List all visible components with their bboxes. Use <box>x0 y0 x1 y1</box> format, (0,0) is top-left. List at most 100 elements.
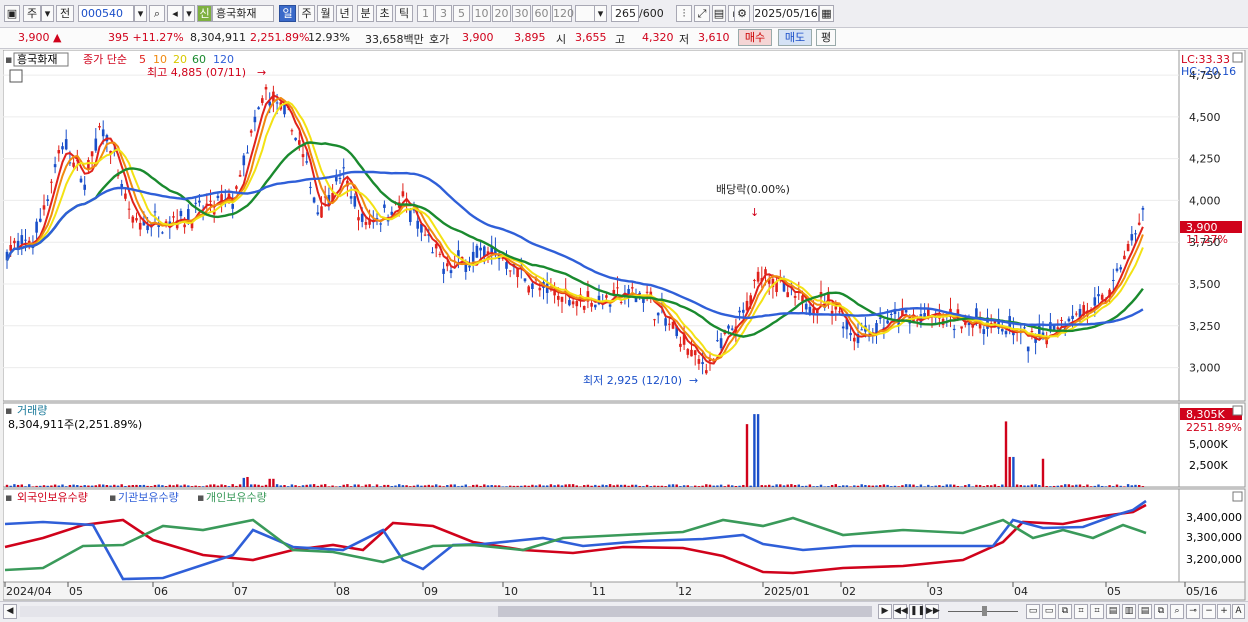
volume-panel-menu-icon[interactable]: ▪ <box>5 404 12 417</box>
period-week[interactable]: 주 <box>298 5 315 22</box>
interval-60[interactable]: 60 <box>532 5 551 22</box>
volume-bar <box>782 485 786 487</box>
volume-bar <box>668 484 671 487</box>
buy-button[interactable]: 매수 <box>738 29 772 46</box>
candle-body <box>1060 319 1063 321</box>
volume-bar <box>860 484 863 487</box>
count-input[interactable]: 265 <box>611 5 639 22</box>
volume-bar <box>409 486 412 487</box>
x-axis-label: 02 <box>842 585 856 598</box>
pin-icon[interactable]: ⊸ <box>1186 604 1200 619</box>
candle-body <box>138 222 142 230</box>
date-input[interactable]: 2025/05/16 <box>753 5 819 22</box>
volume-bar <box>90 485 94 487</box>
volume-bar <box>779 484 782 487</box>
unit-dropdown-icon[interactable]: ▾ <box>594 5 607 22</box>
volume-bar <box>631 484 634 487</box>
tool-icon-2[interactable]: ▭ <box>1042 604 1056 619</box>
period-minute[interactable]: 분 <box>357 5 374 22</box>
volume-bar <box>964 485 967 487</box>
interval-3[interactable]: 3 <box>435 5 452 22</box>
volume-bar <box>475 484 479 487</box>
stock-chart-svg[interactable]: 4,7504,5004,2504,0003,7503,5003,2503,000… <box>3 50 1248 602</box>
scroll-right-icon[interactable]: ▶ <box>878 604 892 619</box>
tool-icon-4[interactable]: ⌗ <box>1074 604 1088 619</box>
volume-bar <box>342 484 345 487</box>
volume-bar <box>753 414 756 487</box>
volume-bar <box>786 484 789 487</box>
indicator-icon[interactable]: ⫶ <box>676 5 692 22</box>
interval-20[interactable]: 20 <box>492 5 511 22</box>
interval-30[interactable]: 30 <box>512 5 531 22</box>
interval-10[interactable]: 10 <box>472 5 491 22</box>
candle-body <box>960 326 963 329</box>
chart-type-icon[interactable]: ▤ <box>712 5 726 22</box>
period-year[interactable]: 년 <box>336 5 353 22</box>
scroll-left-icon[interactable]: ◀ <box>3 604 17 619</box>
volume-bar <box>694 485 697 487</box>
volume-bar <box>209 484 212 487</box>
holder-panel-close-icon[interactable] <box>1232 491 1243 502</box>
volume-bar <box>904 484 908 487</box>
candle-body <box>605 295 608 298</box>
volume-bar <box>623 484 627 487</box>
layout-icon[interactable]: ▣ <box>4 5 20 22</box>
volume-bar <box>916 486 919 487</box>
volume-bar <box>361 486 364 487</box>
volume-bar <box>805 485 808 487</box>
font-size-icon[interactable]: A <box>1232 604 1245 619</box>
tool-icon-9[interactable]: ⧉ <box>1154 604 1168 619</box>
volume-bar <box>1015 484 1019 487</box>
prev-button[interactable]: 전 <box>56 5 74 22</box>
calendar-icon[interactable]: ▦ <box>819 5 834 22</box>
candle-body <box>1141 207 1145 210</box>
zoom-out-icon[interactable]: − <box>1202 604 1216 619</box>
average-button[interactable]: 평 <box>816 29 836 46</box>
market-dropdown-icon[interactable]: ▾ <box>41 5 54 22</box>
interval-5[interactable]: 5 <box>453 5 470 22</box>
speaker-dropdown-icon[interactable]: ▾ <box>183 5 195 22</box>
rewind-icon[interactable]: ◀◀ <box>893 604 908 619</box>
candle-body <box>316 212 320 215</box>
tool-icon-3[interactable]: ⧉ <box>1058 604 1072 619</box>
volume-panel-close-icon[interactable] <box>1232 405 1243 416</box>
speaker-icon[interactable]: ◂ <box>167 5 183 22</box>
table-icon[interactable] <box>9 69 23 83</box>
zoom-icon[interactable]: ⤢ <box>694 5 710 22</box>
volume-title: 거래량 <box>17 404 47 417</box>
market-select[interactable]: 주 <box>23 5 41 22</box>
period-month[interactable]: 월 <box>317 5 334 22</box>
pause-icon[interactable]: ❚❚ <box>909 604 925 619</box>
scrollbar-track[interactable] <box>20 606 872 617</box>
volume-bar <box>50 485 53 487</box>
holder-panel-menu-icon[interactable]: ▪ <box>5 491 12 504</box>
sell-button[interactable]: 매도 <box>778 29 812 46</box>
tool-icon-8[interactable]: ▤ <box>1138 604 1152 619</box>
x-axis-label: 05 <box>1107 585 1121 598</box>
tool-icon-5[interactable]: ⌗ <box>1090 604 1104 619</box>
search-icon[interactable]: ⌕ <box>149 5 165 22</box>
tool-icon-6[interactable]: ▤ <box>1106 604 1120 619</box>
candle-body <box>416 220 419 229</box>
scrollbar-thumb[interactable] <box>498 606 872 617</box>
tool-icon-7[interactable]: ▥ <box>1122 604 1136 619</box>
code-dropdown-icon[interactable]: ▾ <box>134 5 147 22</box>
zoom-slider-handle[interactable] <box>982 606 987 616</box>
gear-icon[interactable]: ⚙ <box>734 5 750 22</box>
interval-120[interactable]: 120 <box>552 5 574 22</box>
tool-icon-1[interactable]: ▭ <box>1026 604 1040 619</box>
volume-bar <box>357 484 360 487</box>
panel-maximize-icon[interactable] <box>1232 52 1243 63</box>
period-second[interactable]: 초 <box>376 5 393 22</box>
period-tick[interactable]: 틱 <box>395 5 413 22</box>
volume-bar <box>553 485 556 487</box>
panel-menu-icon[interactable]: ▪ <box>5 53 12 66</box>
period-day[interactable]: 일 <box>279 5 296 22</box>
fast-forward-icon[interactable]: ▶▶ <box>925 604 940 619</box>
search-zoom-icon[interactable]: ⌕ <box>1170 604 1184 619</box>
interval-1[interactable]: 1 <box>417 5 434 22</box>
candle-body <box>1056 327 1060 330</box>
volume-bar <box>176 484 179 487</box>
zoom-in-icon[interactable]: + <box>1217 604 1231 619</box>
code-input[interactable]: 000540 <box>78 5 134 22</box>
